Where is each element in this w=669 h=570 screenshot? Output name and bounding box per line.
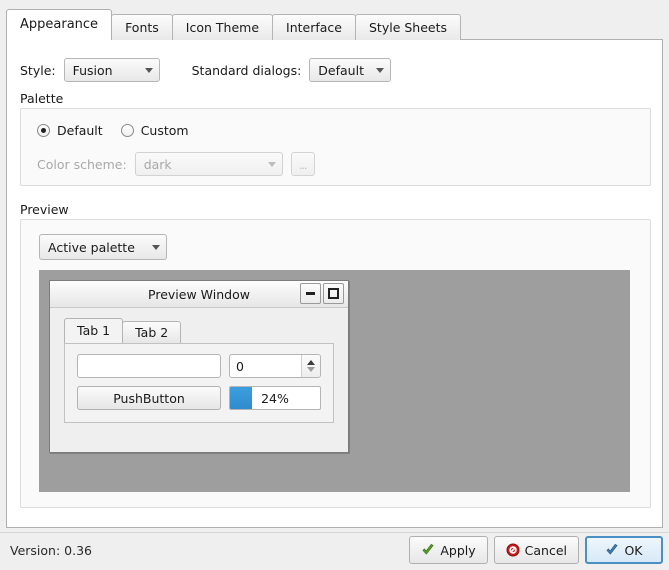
style-combo-value: Fusion	[72, 62, 113, 78]
tab-appearance[interactable]: Appearance	[6, 9, 113, 40]
tab-icon-theme[interactable]: Icon Theme	[171, 14, 274, 40]
preview-group-label: Preview	[20, 202, 69, 217]
cancel-button[interactable]: Cancel	[493, 536, 579, 564]
preview-push-button-label: PushButton	[113, 390, 185, 406]
preview-row-inputs: 0	[77, 354, 321, 378]
style-row: Style: Fusion Standard dialogs: Default	[20, 58, 392, 82]
preview-tab-bar: Tab 1 Tab 2	[50, 318, 348, 343]
radio-palette-default-label: Default	[57, 123, 103, 138]
footer-separator	[0, 532, 669, 533]
style-combo[interactable]: Fusion	[63, 58, 160, 82]
preview-row-button: PushButton 24%	[77, 386, 321, 410]
preview-line-edit[interactable]	[77, 354, 221, 378]
spinner-up-icon[interactable]	[307, 360, 315, 365]
preview-spinbox-buttons[interactable]	[301, 355, 320, 377]
ellipsis-icon: ...	[298, 159, 307, 172]
standard-dialogs-combo[interactable]: Default	[309, 58, 392, 82]
tab-interface-label: Interface	[286, 20, 342, 35]
ok-button[interactable]: OK	[585, 536, 663, 564]
palette-group-label: Palette	[20, 91, 64, 106]
radio-palette-custom-label: Custom	[140, 123, 189, 138]
chevron-down-icon	[376, 67, 385, 73]
color-scheme-row: Color scheme: dark ...	[37, 152, 315, 176]
version-label: Version: 0.36	[10, 543, 92, 558]
preview-tab-1[interactable]: Tab 1	[64, 318, 124, 343]
tab-interface[interactable]: Interface	[272, 14, 356, 40]
dialog-button-box: Apply Cancel OK	[403, 536, 663, 564]
preview-tab-panel: 0 PushButton 24%	[64, 343, 334, 423]
color-scheme-browse-button[interactable]: ...	[290, 152, 315, 176]
maximize-icon	[328, 288, 339, 299]
radio-palette-custom[interactable]: Custom	[120, 123, 189, 138]
preview-spinbox[interactable]: 0	[229, 354, 321, 378]
preview-spinbox-value: 0	[236, 358, 244, 374]
main-tab-bar: Appearance Fonts Icon Theme Interface St…	[6, 9, 462, 40]
spinner-down-icon[interactable]	[307, 367, 315, 372]
radio-dot-icon	[37, 124, 50, 137]
preview-push-button[interactable]: PushButton	[77, 386, 221, 410]
check-blue-icon	[605, 543, 619, 557]
chevron-down-icon	[267, 161, 276, 167]
chevron-down-icon	[144, 67, 153, 73]
cancel-button-label: Cancel	[524, 542, 567, 558]
appearance-tab-panel: Style: Fusion Standard dialogs: Default …	[6, 39, 663, 528]
preview-tab-1-label: Tab 1	[77, 323, 111, 338]
standard-dialogs-combo-value: Default	[318, 62, 364, 78]
standard-dialogs-label: Standard dialogs:	[191, 62, 302, 78]
tab-fonts[interactable]: Fonts	[111, 14, 173, 40]
radio-palette-default[interactable]: Default	[37, 123, 103, 138]
minimize-icon	[306, 292, 315, 295]
preview-tab-2[interactable]: Tab 2	[122, 321, 182, 343]
check-green-icon	[421, 543, 435, 557]
preview-palette-combo[interactable]: Active palette	[39, 234, 167, 260]
palette-radio-row: Default Custom	[37, 123, 207, 138]
preview-window: Preview Window Tab 1 Tab 2 0 PushButton …	[49, 280, 349, 453]
preview-window-buttons	[298, 283, 344, 304]
preview-progress-bar: 24%	[229, 386, 321, 410]
cancel-red-icon	[506, 543, 520, 557]
preview-progress-text: 24%	[261, 390, 289, 406]
preview-groupbox: Active palette Preview Window Tab 1 Tab …	[20, 219, 651, 508]
preview-palette-combo-value: Active palette	[48, 239, 135, 255]
color-scheme-combo[interactable]: dark	[134, 152, 283, 176]
radio-dot-icon	[120, 124, 134, 137]
style-label: Style:	[20, 62, 56, 78]
ok-button-label: OK	[624, 542, 643, 558]
preview-window-title: Preview Window	[148, 286, 250, 302]
tab-icon-theme-label: Icon Theme	[185, 20, 260, 35]
maximize-button[interactable]	[323, 283, 344, 304]
color-scheme-combo-value: dark	[143, 156, 172, 172]
color-scheme-label: Color scheme:	[37, 156, 127, 172]
tab-appearance-label: Appearance	[20, 17, 99, 32]
chevron-down-icon	[152, 244, 160, 250]
tab-style-sheets-label: Style Sheets	[368, 20, 448, 35]
progress-fill	[230, 387, 252, 409]
tab-style-sheets[interactable]: Style Sheets	[354, 14, 462, 40]
tab-fonts-label: Fonts	[125, 20, 159, 35]
preview-window-titlebar: Preview Window	[50, 281, 348, 308]
preview-canvas: Preview Window Tab 1 Tab 2 0 PushButton …	[39, 270, 630, 492]
apply-button-label: Apply	[440, 542, 476, 558]
preview-tab-2-label: Tab 2	[135, 325, 169, 340]
minimize-button[interactable]	[300, 283, 321, 304]
palette-groupbox: Default Custom Color scheme: dark ...	[20, 108, 651, 186]
apply-button[interactable]: Apply	[409, 536, 488, 564]
